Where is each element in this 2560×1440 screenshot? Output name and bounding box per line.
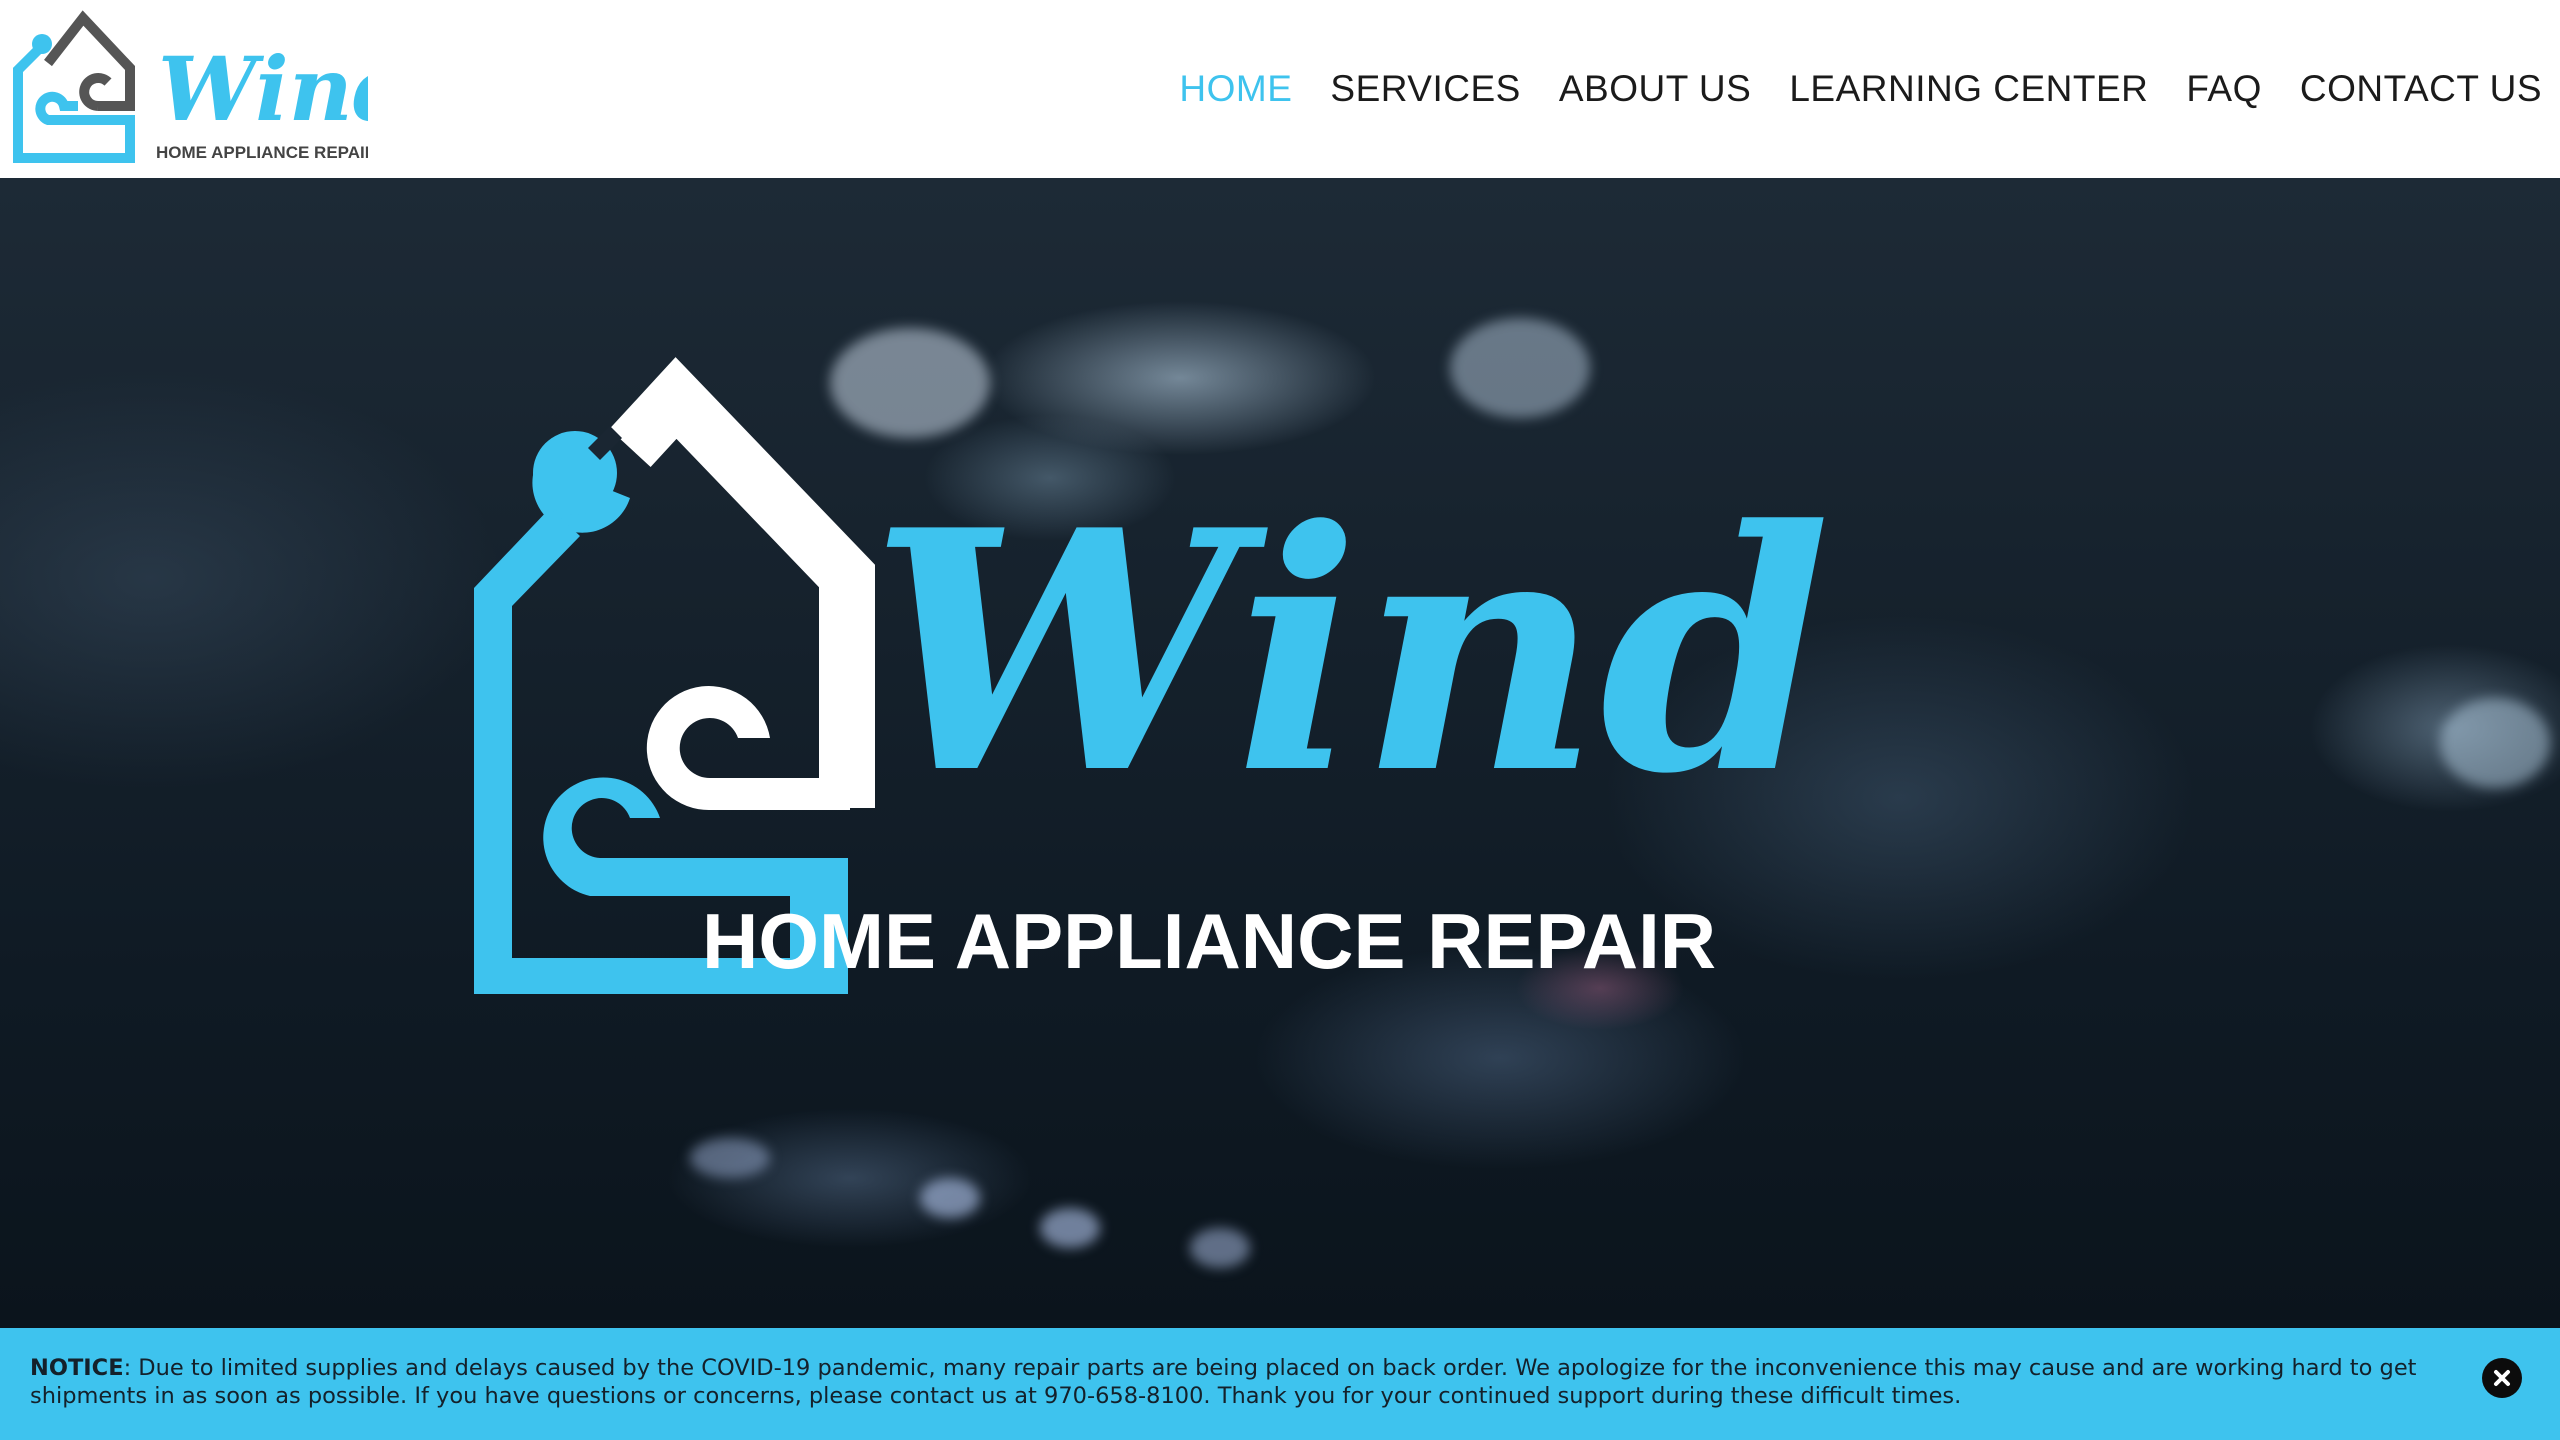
flame-glow <box>920 1178 980 1218</box>
flame-glow <box>690 1138 770 1178</box>
nav-link-home[interactable]: HOME <box>1179 68 1292 110</box>
notice-label: NOTICE <box>30 1355 124 1381</box>
hero-banner: Wind HOME APPLIANCE REPAIR <box>0 178 2560 1328</box>
notice-bar: NOTICE: Due to limited supplies and dela… <box>0 1328 2560 1440</box>
close-icon[interactable] <box>2482 1358 2522 1398</box>
nav-link-contact-us[interactable]: CONTACT US <box>2300 68 2542 110</box>
flame-glow <box>1190 1228 1250 1268</box>
flame-glow <box>1040 1208 1100 1248</box>
hero-tagline: HOME APPLIANCE REPAIR <box>702 897 1716 985</box>
notice-text: NOTICE: Due to limited supplies and dela… <box>30 1354 2450 1410</box>
main-nav: HOME SERVICES ABOUT US LEARNING CENTER FAQ CO… <box>1179 0 2542 178</box>
logo-wordmark: Wind <box>158 37 368 141</box>
notice-message: : Due to limited supplies and delays cau… <box>30 1355 2417 1409</box>
nav-link-services[interactable]: SERVICES <box>1330 68 1520 110</box>
site-header: Wind HOME APPLIANCE REPAIR HOME SERVICES A… <box>0 0 2560 178</box>
x-icon <box>2494 1370 2510 1386</box>
nav-link-learning-center[interactable]: LEARNING CENTER <box>1789 68 2148 110</box>
burner-glow <box>2440 698 2550 788</box>
hero-logo: Wind HOME APPLIANCE REPAIR <box>474 357 1831 994</box>
logo-tagline: HOME APPLIANCE REPAIR <box>156 143 368 162</box>
nav-link-faq[interactable]: FAQ <box>2186 68 2262 110</box>
hero-wordmark: Wind <box>870 458 1831 846</box>
nav-link-about-us[interactable]: ABOUT US <box>1559 68 1751 110</box>
wind-logo-mark: Wind HOME APPLIANCE REPAIR <box>13 10 368 163</box>
